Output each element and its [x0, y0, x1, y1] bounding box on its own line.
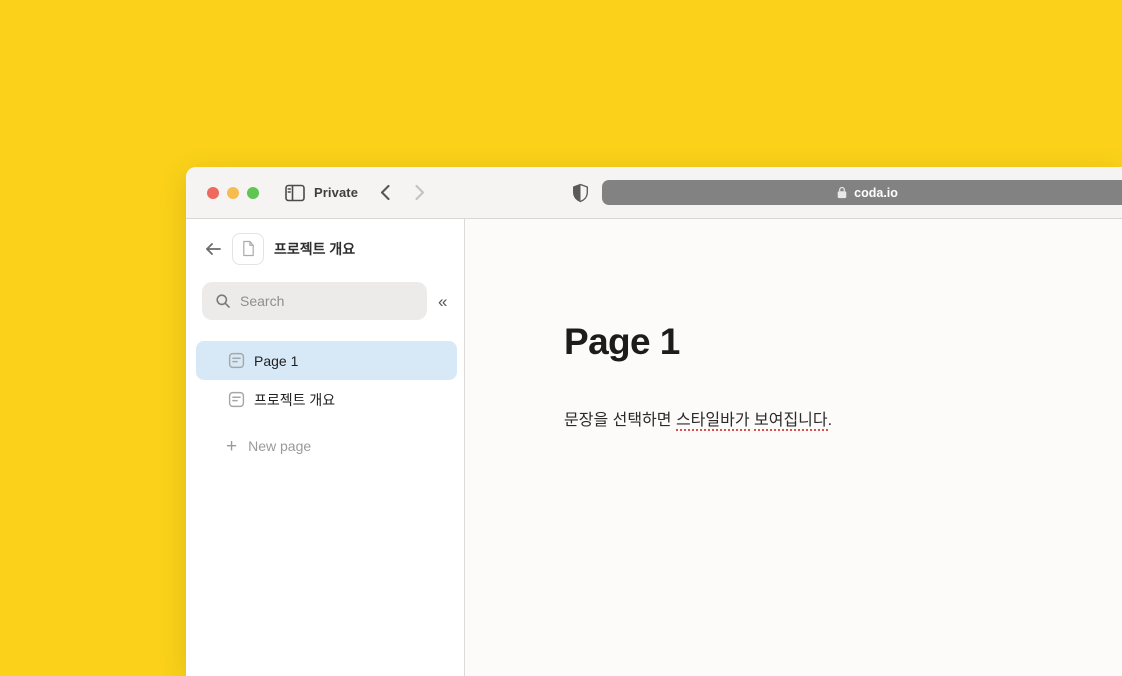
plus-icon: +	[226, 435, 238, 457]
address-bar[interactable]: coda.io	[602, 180, 1122, 205]
privacy-shield-icon[interactable]	[572, 183, 589, 203]
new-page-button[interactable]: + New page	[202, 433, 464, 459]
close-window-button[interactable]	[207, 186, 219, 199]
doc-icon-button[interactable]	[232, 232, 264, 265]
browser-window: Private coda.io 프로젝트 개요 Search « Page 1 …	[186, 167, 1122, 676]
doc-canvas[interactable]: Page 1 문장을 선택하면 스타일바가 보여집니다.	[465, 219, 1122, 676]
paragraph-text: 문장을 선택하면	[564, 411, 676, 429]
search-icon	[215, 293, 231, 309]
spellcheck-word: 보여집니다	[754, 411, 828, 431]
browser-content: 프로젝트 개요 Search « Page 1 프로젝트 개요 + New pa…	[186, 219, 1122, 676]
sidebar-toggle-icon[interactable]	[285, 184, 305, 202]
spellcheck-word: 스타일바가	[675, 411, 750, 431]
page-list-item-project-overview[interactable]: 프로젝트 개요	[196, 380, 457, 419]
new-page-label: New page	[248, 438, 312, 454]
minimize-window-button[interactable]	[227, 186, 239, 199]
page-list: Page 1 프로젝트 개요	[196, 341, 457, 419]
window-controls	[207, 186, 259, 199]
back-arrow-icon[interactable]	[204, 242, 222, 256]
page-item-label: Page 1	[254, 352, 299, 369]
page-icon	[228, 391, 245, 408]
doc-title: 프로젝트 개요	[274, 240, 356, 257]
body-paragraph: 문장을 선택하면 스타일바가 보여집니다.	[564, 406, 1082, 431]
document-icon	[242, 240, 254, 257]
lock-icon	[836, 186, 848, 199]
page-item-label: 프로젝트 개요	[254, 391, 336, 408]
doc-sidebar: 프로젝트 개요 Search « Page 1 프로젝트 개요 + New pa…	[186, 219, 465, 676]
browser-toolbar: Private coda.io	[186, 167, 1122, 219]
search-input[interactable]: Search	[202, 282, 427, 320]
forward-button[interactable]	[414, 184, 426, 201]
search-placeholder: Search	[240, 293, 285, 309]
page-title: Page 1	[564, 321, 680, 362]
paragraph-text: .	[827, 411, 833, 429]
zoom-window-button[interactable]	[247, 186, 259, 199]
page-list-item-page-1[interactable]: Page 1	[196, 341, 457, 380]
collapse-sidebar-icon[interactable]: «	[438, 293, 447, 310]
sidebar-header: 프로젝트 개요	[202, 232, 464, 265]
address-bar-domain: coda.io	[854, 185, 898, 200]
page-icon	[228, 352, 245, 369]
private-browsing-label: Private	[314, 185, 359, 200]
back-button[interactable]	[379, 184, 391, 201]
search-row: Search «	[202, 282, 464, 320]
